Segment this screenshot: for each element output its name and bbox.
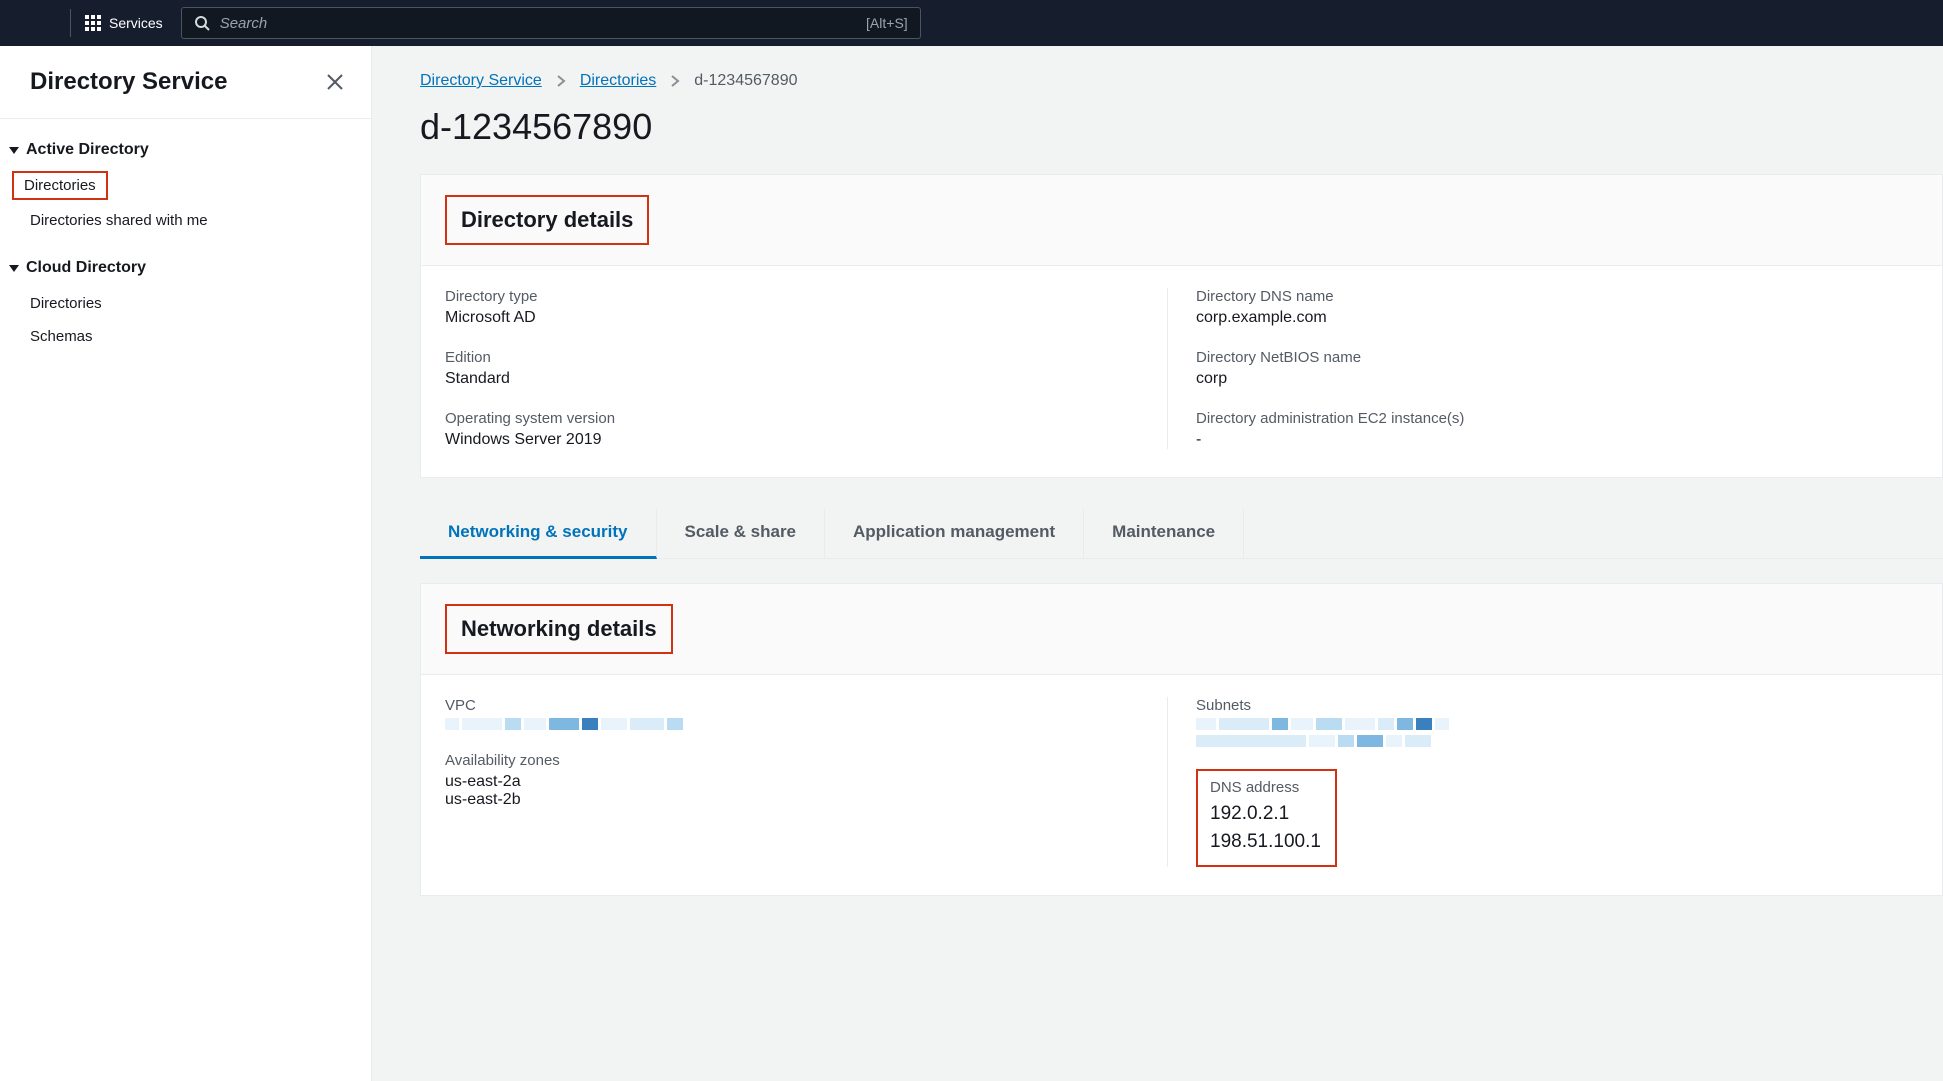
highlight-directory-details: Directory details (445, 195, 649, 245)
highlight-directories: Directories (12, 171, 108, 200)
redacted-subnets (1196, 718, 1496, 747)
directory-details-heading: Directory details (461, 207, 633, 233)
tab-scale-share[interactable]: Scale & share (657, 508, 826, 558)
page-title: d-1234567890 (372, 96, 1943, 174)
chevron-right-icon (670, 74, 680, 88)
label-subnets: Subnets (1196, 697, 1918, 714)
nav-item-schemas[interactable]: Schemas (0, 320, 371, 353)
value-az-1: us-east-2b (445, 791, 1167, 809)
breadcrumb-root[interactable]: Directory Service (420, 72, 542, 90)
tab-networking-security[interactable]: Networking & security (420, 508, 657, 559)
global-search[interactable]: [Alt+S] (181, 7, 921, 39)
breadcrumb: Directory Service Directories d-12345678… (372, 66, 1943, 96)
networking-details-heading: Networking details (461, 616, 657, 642)
highlight-networking-details: Networking details (445, 604, 673, 654)
value-ec2: - (1196, 431, 1918, 449)
tab-maintenance[interactable]: Maintenance (1084, 508, 1244, 558)
label-edition: Edition (445, 349, 1167, 366)
value-os-version: Windows Server 2019 (445, 431, 1167, 449)
sidebar-title: Directory Service (30, 68, 227, 96)
apps-grid-icon (85, 15, 101, 31)
search-icon (194, 15, 210, 31)
value-netbios: corp (1196, 370, 1918, 388)
search-input[interactable] (220, 15, 866, 32)
label-netbios: Directory NetBIOS name (1196, 349, 1918, 366)
nav-group-active-directory[interactable]: Active Directory (0, 141, 371, 169)
nav-item-cloud-directories[interactable]: Directories (0, 287, 371, 320)
redacted-vpc (445, 718, 725, 730)
value-dns-name: corp.example.com (1196, 309, 1918, 327)
services-menu[interactable]: Services (85, 15, 163, 31)
label-directory-type: Directory type (445, 288, 1167, 305)
breadcrumb-current: d-1234567890 (694, 72, 797, 90)
label-ec2: Directory administration EC2 instance(s) (1196, 410, 1918, 427)
highlight-dns-address: DNS address 192.0.2.1 198.51.100.1 (1196, 769, 1337, 867)
label-vpc: VPC (445, 697, 1167, 714)
caret-down-icon (8, 262, 20, 274)
value-edition: Standard (445, 370, 1167, 388)
label-dns-address: DNS address (1210, 779, 1321, 796)
label-az: Availability zones (445, 752, 1167, 769)
nav-item-directories[interactable]: Directories (24, 177, 96, 194)
breadcrumb-directories[interactable]: Directories (580, 72, 656, 90)
nav-group-cloud-directory[interactable]: Cloud Directory (0, 259, 371, 287)
label-os-version: Operating system version (445, 410, 1167, 427)
value-directory-type: Microsoft AD (445, 309, 1167, 327)
value-dns-1: 198.51.100.1 (1210, 828, 1321, 856)
chevron-right-icon (556, 74, 566, 88)
search-shortcut: [Alt+S] (866, 15, 908, 31)
nav-item-directories-shared[interactable]: Directories shared with me (0, 204, 371, 237)
services-label: Services (109, 15, 163, 31)
tab-application-management[interactable]: Application management (825, 508, 1084, 558)
value-dns-0: 192.0.2.1 (1210, 800, 1321, 828)
close-icon[interactable] (325, 72, 345, 92)
label-dns-name: Directory DNS name (1196, 288, 1918, 305)
tabs: Networking & security Scale & share Appl… (420, 508, 1943, 559)
caret-down-icon (8, 144, 20, 156)
value-az-0: us-east-2a (445, 773, 1167, 791)
